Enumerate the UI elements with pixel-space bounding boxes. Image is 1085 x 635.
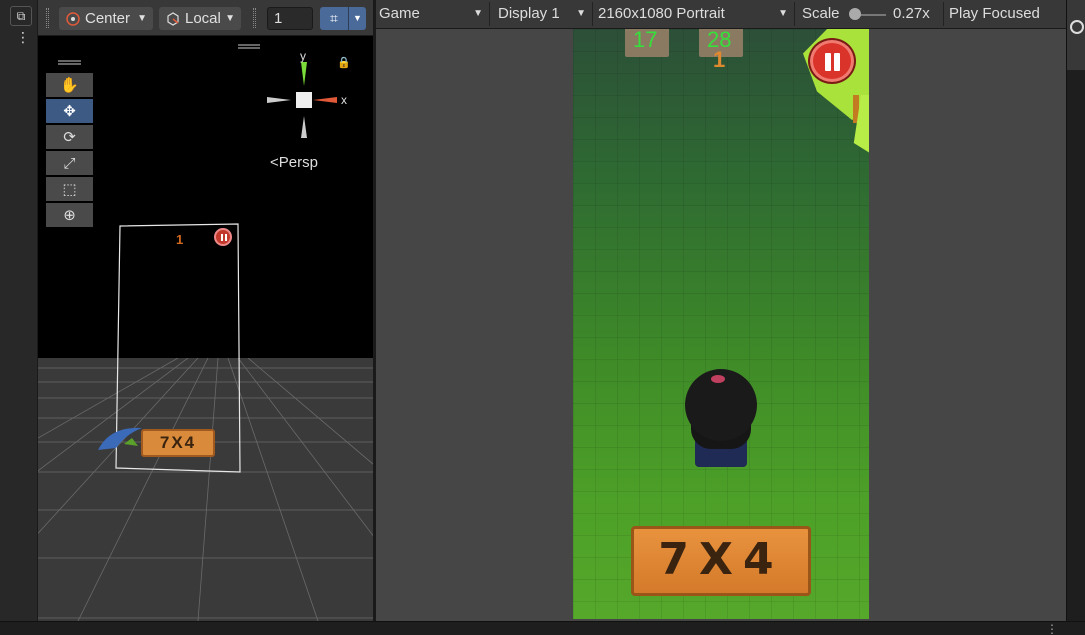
chevron-down-icon: ▼ [225, 13, 235, 24]
tool-palette: ✋ ✥ ⟳ ⤢ ⬚ ⊕ [46, 60, 93, 229]
chevron-down-icon: ▼ [778, 8, 788, 19]
view-type-dropdown[interactable]: Game ▼ [376, 2, 490, 26]
toolbar-grip-icon[interactable] [46, 8, 49, 28]
gizmo-grip-icon[interactable] [238, 44, 260, 49]
pause-button[interactable] [810, 40, 854, 82]
pause-icon [825, 53, 831, 71]
game-panel: Game ▼ Display 1 ▼ 2160x1080 Portrait ▼ … [376, 0, 1066, 621]
scene-score-label: 1 [176, 232, 184, 247]
transform-tool-icon[interactable]: ⊕ [46, 203, 93, 227]
gizmo-y-label: y [300, 50, 306, 63]
rect-tool-icon[interactable]: ⬚ [46, 177, 93, 201]
toolbar-grip-icon[interactable] [253, 8, 256, 28]
chevron-down-icon: ▼ [576, 8, 586, 19]
scale-label: Scale [802, 5, 840, 22]
more-options-icon[interactable]: ⋮ [16, 30, 30, 46]
scale-value: 0.27x [890, 2, 944, 26]
space-dropdown[interactable]: Local ▼ [159, 7, 241, 30]
game-tab-label: Game [379, 5, 420, 22]
chevron-down-icon: ▼ [137, 13, 147, 24]
unity-editor: ⧉ ⋮ Center ▼ Local ▼ 1 ⌗ ▼ ✋ ✥ ⟳ ⤢ ⬚ ⊕ 🔒… [0, 0, 1085, 635]
orientation-gizmo[interactable]: y x [263, 50, 353, 140]
projection-toggle[interactable]: <Persp [270, 154, 318, 171]
chevron-down-icon[interactable]: ▼ [348, 7, 366, 30]
resolution-label: 2160x1080 Portrait [598, 5, 725, 22]
gizmo-x-label: x [341, 93, 347, 107]
pivot-icon [65, 11, 81, 27]
scene-question-sign: 7X4 [141, 429, 215, 457]
inspector-tab[interactable] [1067, 0, 1085, 70]
player-character [681, 369, 761, 469]
display-label: Display 1 [498, 5, 560, 22]
maximize-icon[interactable]: ⧉ [10, 6, 32, 26]
grid-snap-toggle[interactable]: ⌗ ▼ [320, 7, 366, 30]
resolution-dropdown[interactable]: 2160x1080 Portrait ▼ [595, 2, 795, 26]
score-left: 17 [633, 29, 658, 52]
persp-label: Persp [278, 154, 318, 171]
left-strip: ⧉ ⋮ [0, 0, 38, 621]
palette-grip-icon[interactable] [58, 60, 81, 65]
score-small: 1 [713, 47, 726, 72]
scene-pause-icon [214, 228, 232, 246]
scene-character-icon [98, 427, 142, 450]
search-icon [1070, 20, 1084, 34]
snap-increment-input[interactable]: 1 [267, 7, 313, 30]
space-label: Local [185, 10, 221, 27]
persp-icon: < [270, 154, 279, 171]
scene-viewport[interactable]: ✋ ✥ ⟳ ⤢ ⬚ ⊕ 🔒 y x <Persp 1 7X4 [38, 36, 373, 621]
scale-tool-icon[interactable]: ⤢ [46, 151, 93, 175]
grid-snap-icon[interactable]: ⌗ [320, 7, 348, 30]
display-dropdown[interactable]: Display 1 ▼ [495, 2, 593, 26]
move-tool-icon[interactable]: ✥ [46, 99, 93, 123]
play-mode-dropdown[interactable]: Play Focused [946, 2, 1066, 26]
status-bar: ⋮ [0, 621, 1085, 635]
pivot-label: Center [85, 10, 131, 27]
scene-panel: Center ▼ Local ▼ 1 ⌗ ▼ ✋ ✥ ⟳ ⤢ ⬚ ⊕ 🔒 y x… [38, 0, 373, 621]
game-toolbar: Game ▼ Display 1 ▼ 2160x1080 Portrait ▼ … [376, 0, 1066, 29]
game-viewport[interactable]: 17 28 1 7X4 [573, 29, 869, 619]
right-strip [1066, 0, 1085, 621]
local-space-icon [165, 11, 181, 27]
pivot-dropdown[interactable]: Center ▼ [59, 7, 153, 30]
question-sign: 7X4 [631, 526, 811, 596]
scene-toolbar: Center ▼ Local ▼ 1 ⌗ ▼ [38, 0, 373, 36]
more-options-icon[interactable]: ⋮ [1046, 622, 1058, 635]
chevron-down-icon: ▼ [473, 8, 483, 19]
hand-tool-icon[interactable]: ✋ [46, 73, 93, 97]
rotate-tool-icon[interactable]: ⟳ [46, 125, 93, 149]
scale-slider-handle[interactable] [849, 8, 861, 20]
